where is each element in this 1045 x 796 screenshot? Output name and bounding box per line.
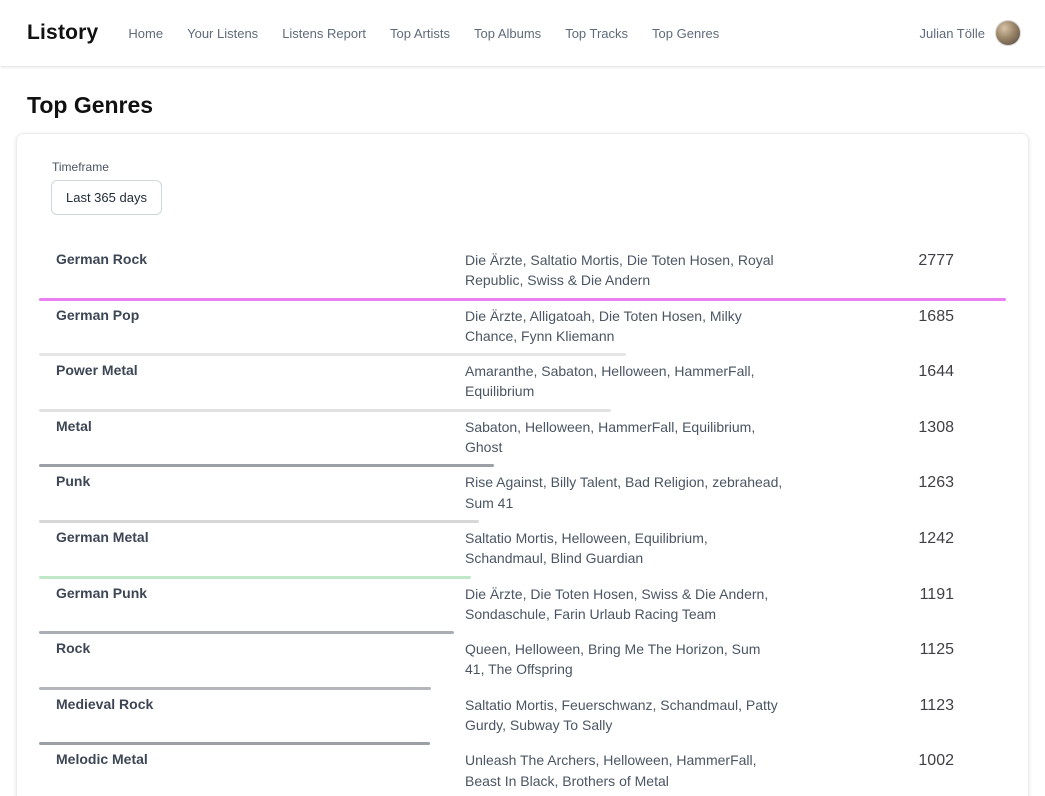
genre-artists: Amaranthe, Sabaton, Helloween, HammerFal… — [465, 361, 783, 402]
genre-artists: Saltatio Mortis, Feuerschwanz, Schandmau… — [465, 695, 783, 736]
genre-row[interactable]: Metal Sabaton, Helloween, HammerFall, Eq… — [39, 412, 1006, 468]
main-nav: Home Your Listens Listens Report Top Artist… — [128, 26, 743, 41]
genre-name: Rock — [39, 639, 465, 659]
genre-row[interactable]: German Punk Die Ärzte, Die Toten Hosen, … — [39, 579, 1006, 635]
timeframe-label: Timeframe — [52, 160, 1006, 174]
genre-artists: Die Ärzte, Saltatio Mortis, Die Toten Ho… — [465, 250, 783, 291]
nav-item-your-listens[interactable]: Your Listens — [187, 26, 258, 41]
genre-count: 1123 — [783, 695, 1006, 715]
genre-row[interactable]: German Pop Die Ärzte, Alligatoah, Die To… — [39, 301, 1006, 357]
app-logo[interactable]: Listory — [27, 21, 98, 45]
top-navbar: Listory Home Your Listens Listens Report To… — [0, 0, 1045, 66]
genre-count: 1125 — [783, 639, 1006, 659]
genre-count: 1644 — [783, 361, 1006, 381]
nav-item-home[interactable]: Home — [128, 26, 163, 41]
user-name: Julian Tölle — [919, 26, 985, 41]
genre-row[interactable]: German Metal Saltatio Mortis, Helloween,… — [39, 523, 1006, 579]
genre-artists: Queen, Helloween, Bring Me The Horizon, … — [465, 639, 783, 680]
genre-count: 2777 — [783, 250, 1006, 270]
genre-artists: Die Ärzte, Die Toten Hosen, Swiss & Die … — [465, 584, 783, 625]
genre-count: 1685 — [783, 306, 1006, 326]
genre-count: 1191 — [783, 584, 1006, 604]
genre-count: 1308 — [783, 417, 1006, 437]
timeframe-select[interactable]: Last 365 days — [51, 180, 162, 215]
genre-name: Melodic Metal — [39, 750, 465, 770]
genre-row[interactable]: German Rock Die Ärzte, Saltatio Mortis, … — [39, 245, 1006, 301]
genre-table-body: German Rock Die Ärzte, Saltatio Mortis, … — [39, 245, 1006, 796]
genre-name: German Metal — [39, 528, 465, 548]
genre-name: Medieval Rock — [39, 695, 465, 715]
genre-count: 1263 — [783, 472, 1006, 492]
genre-artists: Die Ärzte, Alligatoah, Die Toten Hosen, … — [465, 306, 783, 347]
genre-count: 1002 — [783, 750, 1006, 770]
genre-name: Punk — [39, 472, 465, 492]
genre-row[interactable]: Punk Rise Against, Billy Talent, Bad Rel… — [39, 467, 1006, 523]
nav-item-top-tracks[interactable]: Top Tracks — [565, 26, 628, 41]
genre-row[interactable]: Medieval Rock Saltatio Mortis, Feuerschw… — [39, 690, 1006, 746]
genre-artists: Sabaton, Helloween, HammerFall, Equilibr… — [465, 417, 783, 458]
genre-artists: Unleash The Archers, Helloween, HammerFa… — [465, 750, 783, 791]
genres-card: Timeframe Last 365 days German Rock Die … — [16, 133, 1029, 796]
nav-item-top-albums[interactable]: Top Albums — [474, 26, 541, 41]
genre-row[interactable]: Rock Queen, Helloween, Bring Me The Hori… — [39, 634, 1006, 690]
genre-artists: Rise Against, Billy Talent, Bad Religion… — [465, 472, 783, 513]
genre-name: German Pop — [39, 306, 465, 326]
genre-name: Power Metal — [39, 361, 465, 381]
genre-row[interactable]: Power Metal Amaranthe, Sabaton, Hellowee… — [39, 356, 1006, 412]
user-menu[interactable]: Julian Tölle — [919, 20, 1021, 46]
genre-row[interactable]: Melodic Metal Unleash The Archers, Hello… — [39, 745, 1006, 796]
genre-count: 1242 — [783, 528, 1006, 548]
genre-name: German Punk — [39, 584, 465, 604]
genre-name: Metal — [39, 417, 465, 437]
nav-item-listens-report[interactable]: Listens Report — [282, 26, 366, 41]
genre-artists: Saltatio Mortis, Helloween, Equilibrium,… — [465, 528, 783, 569]
page-title: Top Genres — [27, 92, 1045, 119]
genre-name: German Rock — [39, 250, 465, 270]
nav-item-top-genres[interactable]: Top Genres — [652, 26, 719, 41]
user-avatar[interactable] — [995, 20, 1021, 46]
nav-item-top-artists[interactable]: Top Artists — [390, 26, 450, 41]
